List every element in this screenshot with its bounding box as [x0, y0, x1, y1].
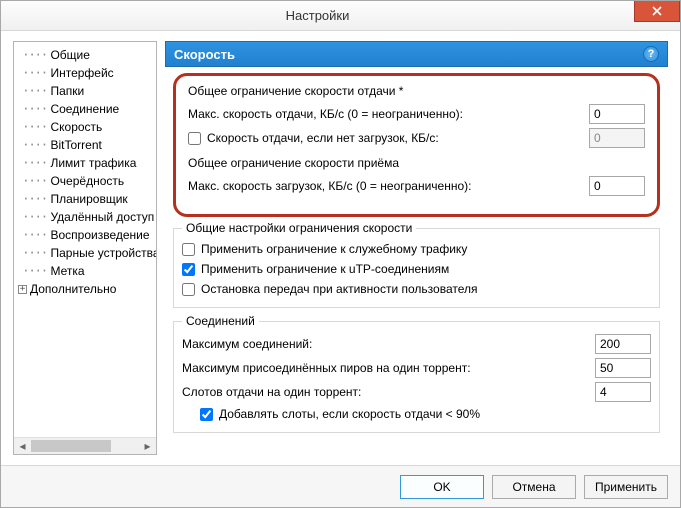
sidebar-scrollbar[interactable]: ◂ ▸	[14, 437, 156, 454]
upload-slots-label: Слотов отдачи на один торрент:	[182, 385, 595, 399]
stop-on-activity-label: Остановка передач при активности пользов…	[201, 282, 478, 296]
sidebar-item-remote[interactable]: ···· Удалённый доступ	[16, 208, 154, 226]
alt-upload-label: Скорость отдачи, если нет загрузок, КБ/с…	[207, 131, 439, 145]
nav-tree: ···· Общие ···· Интерфейс ···· Папки ···…	[14, 42, 156, 437]
connections-legend: Соединений	[182, 314, 259, 328]
scroll-left-icon[interactable]: ◂	[14, 438, 31, 454]
cancel-button[interactable]: Отмена	[492, 475, 576, 499]
apply-utp-label: Применить ограничение к uTP-соединениям	[201, 262, 449, 276]
max-download-label: Макс. скорость загрузок, КБ/с (0 = неогр…	[188, 179, 589, 193]
sidebar-item-interface[interactable]: ···· Интерфейс	[16, 64, 154, 82]
apply-overhead-checkbox[interactable]	[182, 243, 195, 256]
sidebar-item-scheduler[interactable]: ···· Планировщик	[16, 190, 154, 208]
sidebar-item-folders[interactable]: ···· Папки	[16, 82, 154, 100]
apply-overhead-label: Применить ограничение к служебному трафи…	[201, 242, 467, 256]
upload-limit-legend: Общее ограничение скорости отдачи *	[188, 84, 645, 98]
upload-slots-input[interactable]	[595, 382, 651, 402]
sidebar-item-paired-devices[interactable]: ···· Парные устройства	[16, 244, 154, 262]
section-title: Скорость	[174, 47, 235, 62]
sidebar-item-connection[interactable]: ···· Соединение	[16, 100, 154, 118]
connections-group: Соединений Максимум соединений: Максимум…	[173, 314, 660, 433]
sidebar-item-bandwidth-limit[interactable]: ···· Лимит трафика	[16, 154, 154, 172]
download-limit-legend: Общее ограничение скорости приёма	[188, 156, 645, 170]
sidebar-item-playback[interactable]: ···· Воспроизведение	[16, 226, 154, 244]
sidebar-item-queue[interactable]: ···· Очерёдность	[16, 172, 154, 190]
max-download-input[interactable]	[589, 176, 645, 196]
apply-utp-checkbox[interactable]	[182, 263, 195, 276]
general-limit-legend: Общие настройки ограничения скорости	[182, 221, 416, 235]
download-limit-group: Общее ограничение скорости приёма Макс. …	[186, 156, 647, 198]
alt-upload-input	[589, 128, 645, 148]
apply-button[interactable]: Применить	[584, 475, 668, 499]
titlebar: Настройки	[1, 1, 680, 31]
content-panel: Скорость ? Общее ограничение скорости от…	[165, 41, 668, 455]
dialog-footer: OK Отмена Применить	[1, 465, 680, 507]
add-slots-label: Добавлять слоты, если скорость отдачи < …	[219, 407, 480, 421]
general-limit-group: Общие настройки ограничения скорости При…	[173, 221, 660, 308]
upload-limit-group: Общее ограничение скорости отдачи * Макс…	[186, 84, 647, 150]
max-peers-input[interactable]	[595, 358, 651, 378]
help-icon[interactable]: ?	[643, 46, 659, 62]
max-connections-input[interactable]	[595, 334, 651, 354]
stop-on-activity-checkbox[interactable]	[182, 283, 195, 296]
alt-upload-checkbox[interactable]	[188, 132, 201, 145]
ok-button[interactable]: OK	[400, 475, 484, 499]
sidebar-item-general[interactable]: ···· Общие	[16, 46, 154, 64]
sidebar-item-speed[interactable]: ···· Скорость	[16, 118, 154, 136]
scroll-thumb[interactable]	[31, 440, 111, 452]
settings-window: Настройки ···· Общие ···· Интерфейс ····…	[0, 0, 681, 508]
sidebar: ···· Общие ···· Интерфейс ···· Папки ···…	[13, 41, 157, 455]
max-peers-label: Максимум присоединённых пиров на один то…	[182, 361, 595, 375]
window-title: Настройки	[1, 8, 634, 23]
sidebar-item-advanced[interactable]: +Дополнительно	[16, 280, 154, 298]
section-header: Скорость ?	[165, 41, 668, 67]
max-upload-input[interactable]	[589, 104, 645, 124]
max-connections-label: Максимум соединений:	[182, 337, 595, 351]
expand-icon[interactable]: +	[18, 285, 27, 294]
add-slots-checkbox[interactable]	[200, 408, 213, 421]
sidebar-item-bittorrent[interactable]: ···· BitTorrent	[16, 136, 154, 154]
close-icon	[652, 6, 662, 16]
max-upload-label: Макс. скорость отдачи, КБ/с (0 = неогран…	[188, 107, 589, 121]
scroll-right-icon[interactable]: ▸	[139, 438, 156, 454]
close-button[interactable]	[634, 1, 680, 22]
highlighted-group: Общее ограничение скорости отдачи * Макс…	[173, 73, 660, 217]
sidebar-item-label[interactable]: ···· Метка	[16, 262, 154, 280]
